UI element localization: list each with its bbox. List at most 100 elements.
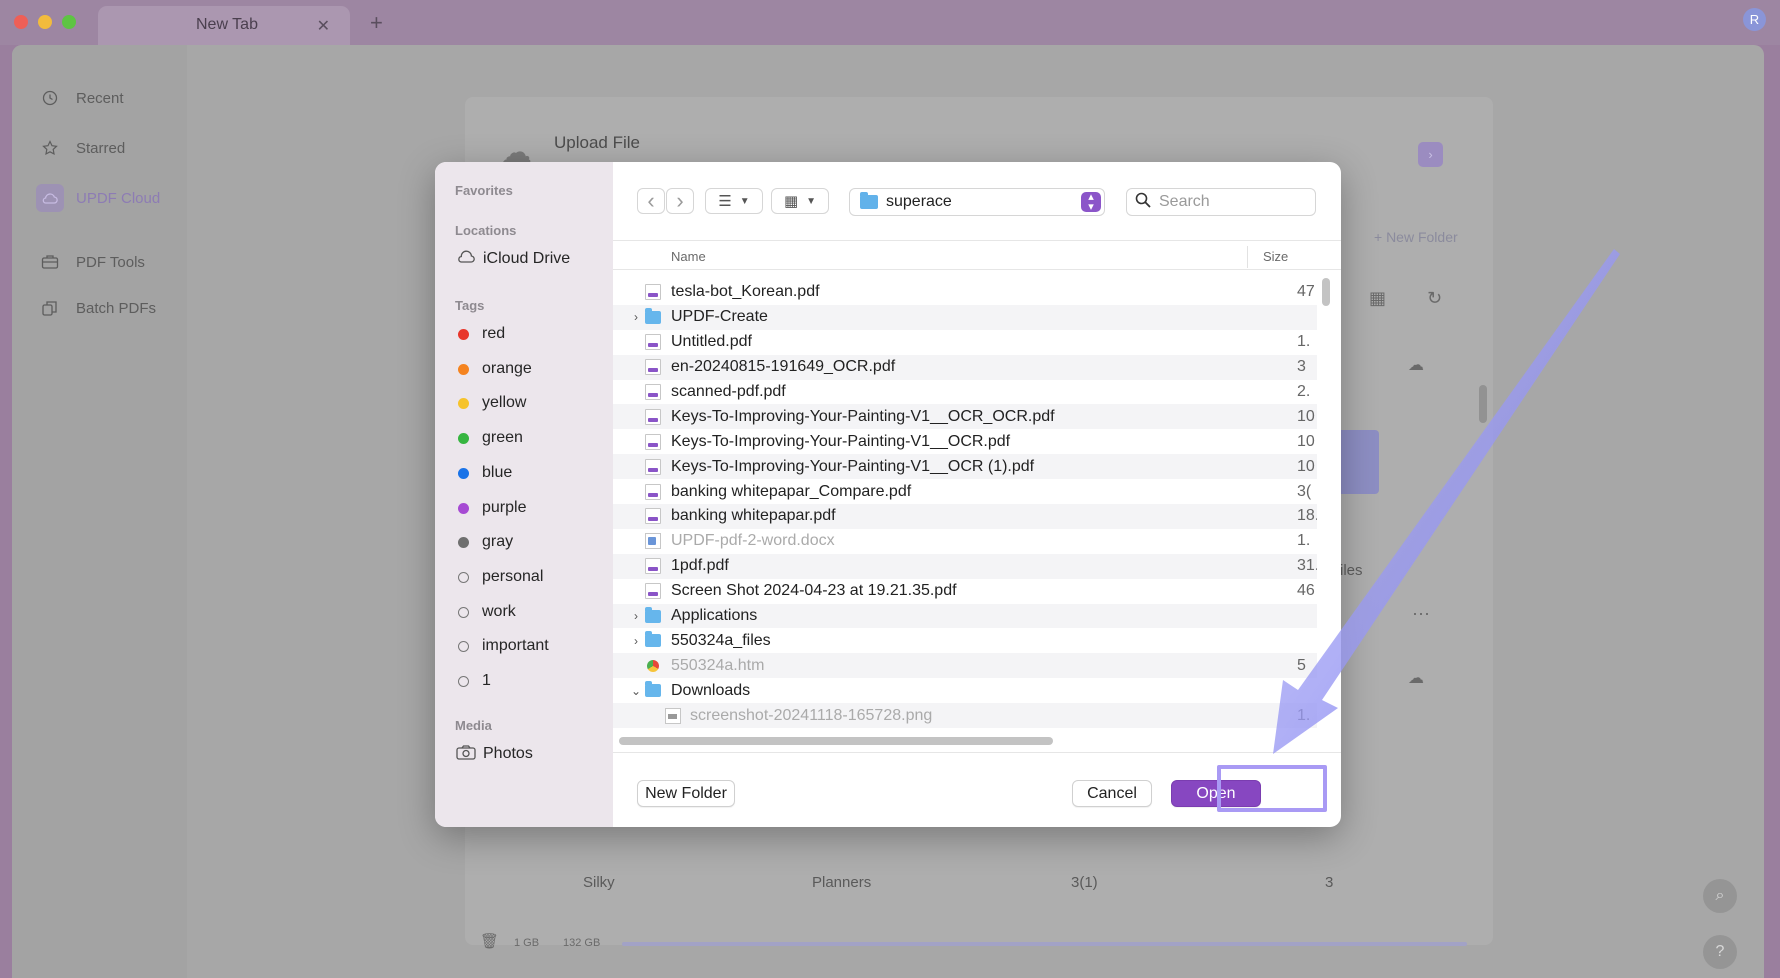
upload-arrow-button[interactable]: ›: [1418, 142, 1443, 167]
sidebar-item-recent[interactable]: Recent: [40, 83, 124, 113]
tag-purple[interactable]: purple: [456, 496, 526, 520]
folder-row[interactable]: › 550324a_files: [613, 628, 1317, 653]
pdf-file-icon: [645, 408, 661, 425]
file-row[interactable]: UPDF-pdf-2-word.docx 1.: [613, 529, 1317, 554]
file-row[interactable]: 1pdf.pdf 31.: [613, 553, 1317, 579]
pdf-file-icon: [645, 508, 661, 525]
file-row[interactable]: banking whitepapar_Compare.pdf 3(: [613, 479, 1317, 504]
tag-red[interactable]: red: [456, 322, 505, 346]
media-heading: Media: [455, 718, 492, 733]
file-row[interactable]: en-20240815-191649_OCR.pdf 3: [613, 354, 1317, 380]
file-row[interactable]: Keys-To-Improving-Your-Painting-V1__OCR_…: [613, 404, 1317, 430]
file-row[interactable]: scanned-pdf.pdf 2.: [613, 380, 1317, 405]
tag-yellow[interactable]: yellow: [456, 391, 526, 415]
location-dropdown[interactable]: superace ▴ ▾: [849, 188, 1105, 216]
sidebar-item-photos[interactable]: Photos: [456, 742, 533, 766]
search-field[interactable]: Search: [1126, 188, 1316, 216]
tag-orange[interactable]: orange: [456, 357, 532, 381]
sidebar-item-label: Recent: [76, 89, 124, 107]
tag-dot-icon: [458, 397, 469, 409]
folder-file-icon: [645, 681, 661, 698]
more-icon[interactable]: ···: [1412, 603, 1430, 624]
grid-view-button[interactable]: ▦ ▼: [771, 188, 829, 214]
background-new-folder[interactable]: + New Folder: [1374, 229, 1458, 245]
file-row[interactable]: banking whitepapar.pdf 18.: [613, 504, 1317, 529]
grid-icon: ▦: [783, 193, 799, 210]
column-name[interactable]: Name: [671, 249, 706, 264]
tag-gray[interactable]: gray: [456, 530, 513, 554]
file-name: UPDF-Create: [671, 308, 768, 326]
chevron-left-icon: ‹: [647, 188, 655, 213]
search-icon-button[interactable]: ⌕: [1703, 879, 1737, 913]
zoom-window-button[interactable]: [62, 15, 76, 29]
folder-file-icon: [645, 606, 661, 623]
tag-blue[interactable]: blue: [456, 461, 512, 485]
column-divider[interactable]: [1247, 246, 1248, 268]
file-name: Applications: [671, 607, 758, 625]
new-tab-icon[interactable]: +: [370, 12, 383, 34]
tag-personal[interactable]: personal: [456, 565, 543, 589]
sidebar-item-icloud-drive[interactable]: iCloud Drive: [456, 247, 570, 271]
background-scrollbar[interactable]: [1479, 385, 1487, 423]
minimize-window-button[interactable]: [38, 15, 52, 29]
list-view-button[interactable]: ☰ ▼: [705, 188, 763, 214]
app-sidebar: Recent Starred UPDF Cloud PDF Tools Batc…: [12, 45, 187, 978]
help-button[interactable]: ?: [1703, 935, 1737, 969]
tag-ring-icon: [458, 606, 469, 618]
close-window-button[interactable]: [14, 15, 28, 29]
sidebar-item-batch-pdfs[interactable]: Batch PDFs: [40, 293, 156, 323]
tag-dot-icon: [458, 363, 469, 375]
back-button[interactable]: ‹: [637, 188, 665, 214]
briefcase-icon: [40, 252, 60, 272]
trash-icon[interactable]: 🗑: [480, 932, 499, 950]
disclosure-chevron-icon[interactable]: ⌄: [630, 684, 642, 698]
tag-green[interactable]: green: [456, 426, 523, 450]
sidebar-item-updf-cloud[interactable]: UPDF Cloud: [36, 183, 160, 213]
file-name: banking whitepapar.pdf: [671, 507, 836, 525]
file-size: 3(: [1297, 482, 1312, 500]
file-size: 10: [1297, 457, 1315, 475]
avatar[interactable]: R: [1743, 8, 1766, 31]
folder-row[interactable]: › UPDF-Create: [613, 304, 1317, 330]
file-row[interactable]: Keys-To-Improving-Your-Painting-V1__OCR …: [613, 454, 1317, 480]
disclosure-chevron-icon[interactable]: ›: [630, 310, 642, 324]
tab-new-tab[interactable]: New Tab ✕: [98, 6, 350, 45]
file-row[interactable]: 550324a.htm 5: [613, 653, 1317, 679]
file-row[interactable]: tesla-bot_Korean.pdf 47: [613, 280, 1317, 305]
file-name: Screen Shot 2024-04-23 at 19.21.35.pdf: [671, 582, 957, 600]
sidebar-item-pdf-tools[interactable]: PDF Tools: [40, 247, 145, 277]
chevron-right-icon: ›: [676, 188, 684, 213]
folder-row[interactable]: ⌄ Downloads: [613, 678, 1317, 703]
new-folder-button[interactable]: New Folder: [637, 780, 735, 807]
forward-button[interactable]: ›: [666, 188, 694, 214]
tag-work[interactable]: work: [456, 600, 516, 624]
tag-1[interactable]: 1: [456, 669, 491, 693]
tag-ring-icon: [458, 640, 469, 652]
disclosure-chevron-icon[interactable]: ›: [630, 609, 642, 623]
vertical-scrollbar[interactable]: [1322, 278, 1330, 306]
tag-important[interactable]: important: [456, 634, 549, 658]
tag-dot-icon: [458, 432, 469, 444]
disclosure-chevron-icon[interactable]: ›: [630, 634, 642, 648]
open-button-highlight: [1217, 765, 1327, 812]
file-row[interactable]: Untitled.pdf 1.: [613, 330, 1317, 355]
horizontal-scrollbar[interactable]: [619, 737, 1053, 745]
file-row[interactable]: Screen Shot 2024-04-23 at 19.21.35.pdf 46: [613, 579, 1317, 604]
sidebar-item-starred[interactable]: Starred: [40, 133, 125, 163]
folder-file-icon: [645, 631, 661, 648]
refresh-icon[interactable]: ↻: [1427, 288, 1442, 309]
pdf-file-icon: [645, 334, 661, 351]
file-size: 10: [1297, 432, 1315, 450]
tag-label: green: [482, 429, 523, 446]
file-name: 550324a_files: [671, 631, 771, 649]
file-row[interactable]: screenshot-20241118-165728.png 1.: [613, 703, 1317, 729]
cloud-icon: [36, 184, 64, 212]
file-row[interactable]: Keys-To-Improving-Your-Painting-V1__OCR.…: [613, 429, 1317, 454]
pdf-file-icon: [645, 558, 661, 575]
folder-row[interactable]: › Applications: [613, 603, 1317, 629]
column-size[interactable]: Size: [1263, 249, 1288, 264]
grid-view-icon[interactable]: ▦: [1369, 288, 1386, 309]
cancel-button[interactable]: Cancel: [1072, 780, 1152, 807]
file-name: Downloads: [671, 681, 751, 699]
tab-close-icon[interactable]: ✕: [317, 16, 330, 36]
